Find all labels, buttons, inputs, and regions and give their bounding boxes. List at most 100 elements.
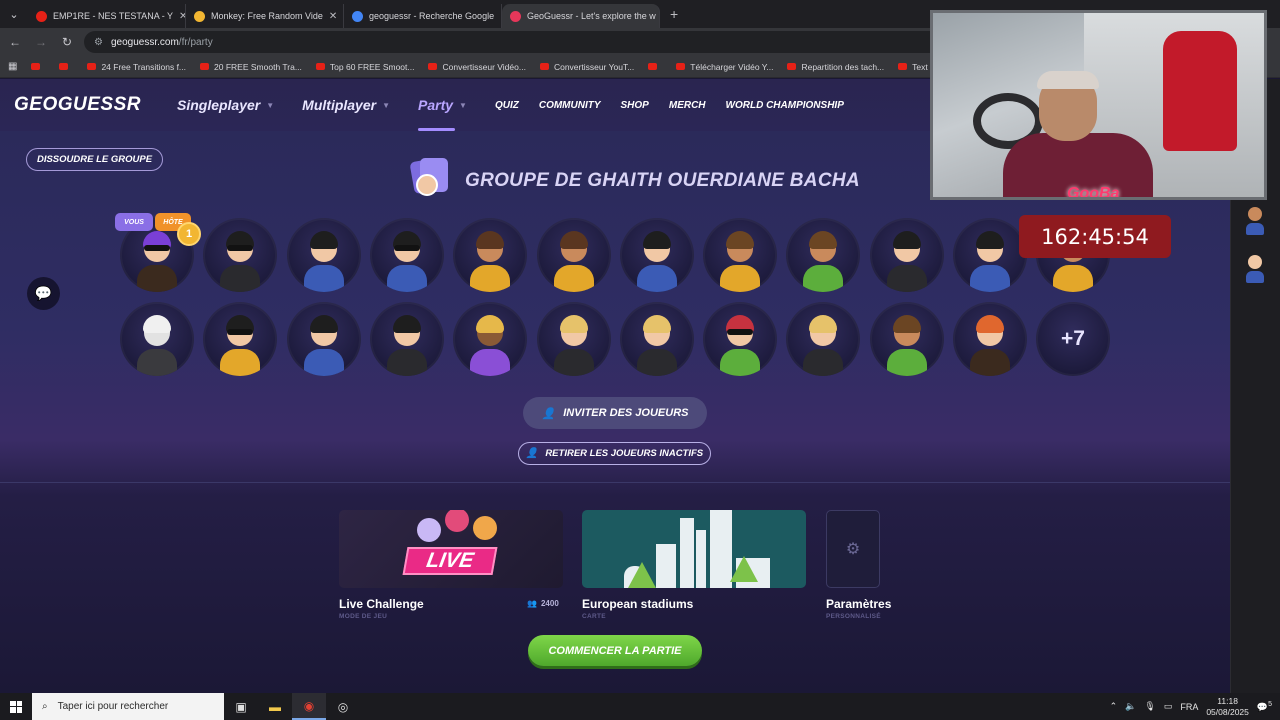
notification-icon[interactable]: 💬5 bbox=[1257, 701, 1272, 713]
avatar-sunglasses bbox=[727, 329, 753, 335]
task-view-icon[interactable]: ▣ bbox=[224, 693, 258, 720]
taskbar-clock[interactable]: 11:18 05/08/2025 bbox=[1206, 696, 1249, 718]
avatar-body bbox=[387, 265, 427, 292]
player-avatar[interactable] bbox=[453, 218, 527, 292]
back-arrow-icon[interactable]: ← bbox=[6, 35, 24, 49]
game-mode-subtitle: MODE DE JEU bbox=[339, 613, 388, 620]
apps-grid-icon[interactable]: ▦ bbox=[8, 61, 17, 72]
player-avatar[interactable] bbox=[786, 218, 860, 292]
avatar-hair bbox=[809, 315, 837, 333]
taskbar-search-placeholder: Taper ici pour rechercher bbox=[57, 701, 169, 712]
volume-icon[interactable]: 🔈 bbox=[1125, 701, 1136, 712]
invite-players-button[interactable]: 👤 INVITER DES JOUEURS bbox=[523, 397, 707, 429]
stream-timer: 162:45:54 bbox=[1019, 215, 1171, 258]
player-avatar[interactable] bbox=[870, 302, 944, 376]
site-info-icon[interactable]: ⚙ bbox=[94, 37, 103, 48]
player-avatar[interactable] bbox=[537, 218, 611, 292]
player-avatar[interactable] bbox=[370, 218, 444, 292]
avatar-body bbox=[637, 349, 677, 376]
bookmark-item[interactable]: Convertisseur YouT... bbox=[539, 62, 634, 72]
player-avatar[interactable] bbox=[703, 218, 777, 292]
more-players-indicator[interactable]: +7 bbox=[1036, 302, 1110, 376]
tab-title: GeoGuessr - Let's explore the w bbox=[527, 11, 656, 21]
bookmark-item[interactable]: Convertisseur Vidéo... bbox=[428, 62, 526, 72]
player-avatar[interactable] bbox=[203, 302, 277, 376]
nav-item-multiplayer[interactable]: Multiplayer ▼ bbox=[302, 79, 390, 131]
player-avatar[interactable] bbox=[120, 302, 194, 376]
nav-item-singleplayer[interactable]: Singleplayer ▼ bbox=[177, 79, 274, 131]
bookmark-item[interactable] bbox=[31, 62, 45, 72]
clock-time: 11:18 bbox=[1217, 695, 1238, 706]
bookmark-favicon-icon bbox=[676, 63, 686, 70]
bookmark-item[interactable]: 24 Free Transitions f... bbox=[87, 62, 186, 72]
bookmark-item[interactable] bbox=[648, 62, 662, 72]
settings-subtitle: PERSONNALISÉ bbox=[826, 613, 881, 620]
tab-favicon-icon bbox=[194, 10, 205, 22]
start-game-button[interactable]: COMMENCER LA PARTIE bbox=[528, 635, 702, 666]
url-field[interactable]: ⚙ geoguessr.com/fr/party bbox=[84, 31, 944, 53]
player-avatar[interactable] bbox=[537, 302, 611, 376]
chrome-icon[interactable]: ◉ bbox=[292, 693, 326, 720]
player-avatar[interactable] bbox=[620, 302, 694, 376]
player-avatar[interactable] bbox=[870, 218, 944, 292]
subnav-item[interactable]: SHOP bbox=[621, 100, 649, 111]
bookmark-label: Télécharger Vidéo Y... bbox=[690, 61, 774, 72]
bookmark-item[interactable]: 20 FREE Smooth Tra... bbox=[200, 62, 302, 72]
browser-tab[interactable]: geoguessr - Recherche Google✕ bbox=[344, 4, 502, 28]
player-avatar[interactable] bbox=[703, 302, 777, 376]
player-avatar[interactable] bbox=[287, 218, 361, 292]
avatar-hair bbox=[310, 231, 338, 249]
browser-tab[interactable]: Monkey: Free Random Vide ✕ bbox=[186, 4, 344, 28]
webcam-person-cap bbox=[1037, 71, 1099, 89]
windows-start-button[interactable] bbox=[0, 693, 32, 720]
player-avatar[interactable] bbox=[453, 302, 527, 376]
close-tab-icon[interactable]: ✕ bbox=[179, 11, 185, 22]
microphone-icon[interactable]: 🎙 bbox=[1144, 701, 1155, 712]
subnav-item[interactable]: COMMUNITY bbox=[539, 100, 601, 111]
player-avatar[interactable] bbox=[953, 218, 1027, 292]
tab-search-chevron-icon[interactable]: ⌄ bbox=[0, 0, 28, 28]
browser-tab[interactable]: EMP1RE - NES TESTANA - Y ✕ bbox=[28, 4, 186, 28]
chevron-down-icon: ▼ bbox=[459, 100, 467, 110]
tray-chevron-up-icon[interactable]: ⌃ bbox=[1110, 701, 1118, 712]
subnav-item[interactable]: WORLD CHAMPIONSHIP bbox=[726, 100, 844, 111]
bookmark-item[interactable] bbox=[59, 62, 73, 72]
taskbar-search[interactable]: ⌕ Taper ici pour rechercher bbox=[32, 693, 224, 720]
file-explorer-icon[interactable]: ▬ bbox=[258, 693, 292, 720]
bookmark-favicon-icon bbox=[898, 63, 908, 70]
player-avatar[interactable] bbox=[786, 302, 860, 376]
bookmark-item[interactable]: Repartition des tach... bbox=[787, 62, 884, 72]
player-avatar[interactable] bbox=[620, 218, 694, 292]
obs-record-icon[interactable]: ◎ bbox=[326, 693, 360, 720]
forward-arrow-icon[interactable]: → bbox=[32, 35, 50, 49]
subnav-item[interactable]: MERCH bbox=[669, 100, 706, 111]
side-friend-avatar[interactable] bbox=[1243, 255, 1267, 285]
player-avatar[interactable] bbox=[370, 302, 444, 376]
geoguessr-logo[interactable]: GEOGUESSR bbox=[14, 94, 141, 116]
chat-bubble-icon[interactable]: 💬 bbox=[27, 277, 60, 310]
bookmark-item[interactable]: Top 60 FREE Smoot... bbox=[315, 62, 414, 72]
reload-icon[interactable]: ↻ bbox=[58, 35, 76, 49]
dissolve-group-button[interactable]: DISSOUDRE LE GROUPE bbox=[26, 148, 163, 171]
player-avatar[interactable] bbox=[287, 302, 361, 376]
avatar-body bbox=[220, 265, 260, 292]
subnav-item[interactable]: QUIZ bbox=[495, 100, 519, 111]
player-avatar[interactable] bbox=[953, 302, 1027, 376]
network-icon[interactable]: ▭ bbox=[1164, 701, 1173, 712]
bookmark-item[interactable]: Télécharger Vidéo Y... bbox=[676, 62, 773, 72]
player-avatar[interactable] bbox=[203, 218, 277, 292]
avatar-hair bbox=[393, 315, 421, 333]
close-tab-icon[interactable]: ✕ bbox=[329, 11, 337, 22]
language-indicator[interactable]: FRA bbox=[1180, 702, 1198, 712]
side-friend-avatar[interactable] bbox=[1243, 207, 1267, 237]
system-tray: ⌃ 🔈 🎙 ▭ FRA 11:18 05/08/2025 💬5 bbox=[1110, 696, 1280, 718]
avatar-body bbox=[137, 265, 177, 292]
remove-inactive-button[interactable]: 👤 RETIRER LES JOUEURS INACTIFS bbox=[518, 442, 711, 465]
browser-tab[interactable]: GeoGuessr - Let's explore the w✕ bbox=[502, 4, 660, 28]
bookmark-favicon-icon bbox=[648, 63, 658, 70]
new-tab-icon[interactable]: + bbox=[660, 6, 688, 22]
game-mode-card[interactable]: LIVE bbox=[339, 510, 563, 588]
settings-card[interactable]: ⚙ bbox=[826, 510, 880, 588]
nav-item-party[interactable]: Party ▼ bbox=[418, 79, 467, 131]
map-card[interactable] bbox=[582, 510, 806, 588]
